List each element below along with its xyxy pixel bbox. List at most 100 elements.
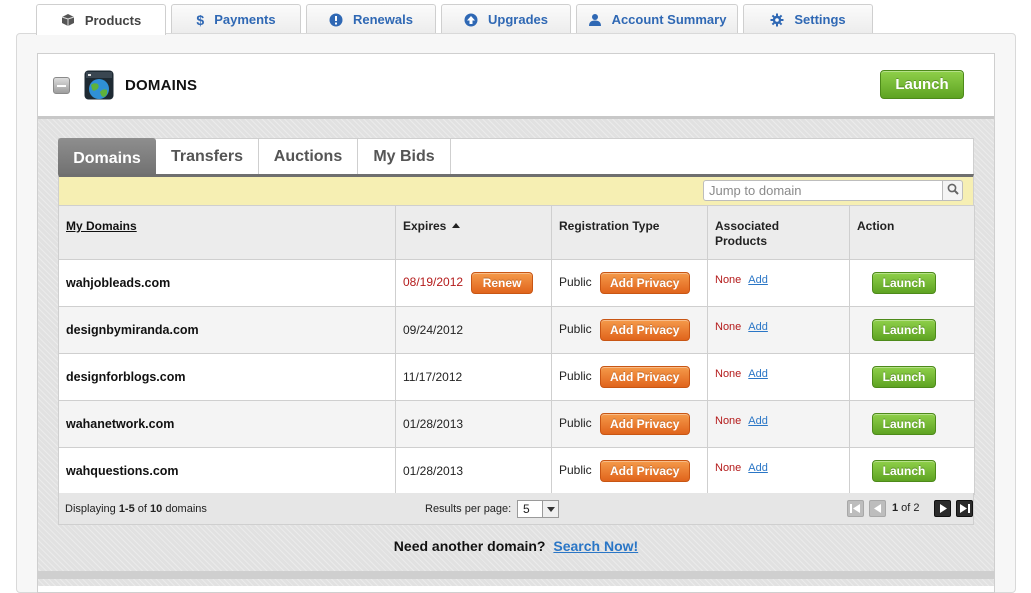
expiry-date: 01/28/2013 (403, 464, 464, 478)
associated-none: None (715, 415, 742, 427)
add-privacy-button[interactable]: Add Privacy (599, 460, 690, 482)
row-launch-button[interactable]: Launch (872, 366, 936, 388)
tab-label: Payments (214, 12, 276, 27)
row-launch-button[interactable]: Launch (872, 319, 936, 341)
renew-button[interactable]: Renew (471, 272, 534, 294)
page-of: of (898, 502, 914, 514)
panel-header: DOMAINS Launch (38, 54, 994, 116)
dollar-icon: $ (196, 11, 205, 28)
table-row: wahjobleads.com 08/19/2012 Renew Public Ad… (58, 259, 975, 307)
results-per-page-value: 5 (523, 502, 530, 516)
expires-label: Expires (403, 219, 447, 233)
registration-type: Public (559, 275, 592, 290)
launch-button[interactable]: Launch (880, 70, 964, 99)
add-privacy-button[interactable]: Add Privacy (599, 272, 690, 294)
domain-name[interactable]: wahanetwork.com (66, 417, 174, 431)
table-row: designforblogs.com 11/17/2012 Public Add … (58, 353, 975, 401)
registration-type: Public (559, 463, 592, 478)
displaying-range: 1-5 (118, 503, 135, 515)
col-header-registration-type: Registration Type (551, 205, 708, 260)
associated-none: None (715, 462, 742, 474)
row-launch-button[interactable]: Launch (872, 272, 936, 294)
col-header-domain[interactable]: My Domains (58, 205, 396, 260)
search-now-link[interactable]: Search Now! (553, 538, 638, 554)
add-product-link[interactable]: Add (748, 274, 768, 286)
add-product-link[interactable]: Add (748, 462, 768, 474)
search-icon (947, 182, 959, 200)
domain-name[interactable]: wahjobleads.com (66, 276, 170, 290)
last-page-button[interactable] (956, 500, 973, 517)
prev-page-button[interactable] (869, 500, 886, 517)
chevron-down-icon (542, 501, 558, 517)
add-product-link[interactable]: Add (748, 321, 768, 333)
expiry-date: 09/24/2012 (403, 323, 464, 337)
row-launch-button[interactable]: Launch (872, 413, 936, 435)
table-row: designbymiranda.com 09/24/2012 Public Add… (58, 306, 975, 354)
domains-list-box: Domains Transfers Auctions My Bids My Do… (58, 132, 975, 554)
subtab-domains[interactable]: Domains (58, 138, 156, 179)
domain-name[interactable]: wahquestions.com (66, 464, 179, 478)
alert-icon (329, 13, 343, 27)
page-total: 2 (913, 502, 920, 514)
tab-label: Account Summary (611, 12, 727, 27)
col-header-expires[interactable]: Expires (395, 205, 552, 260)
displaying-total: 10 (150, 503, 163, 515)
expiry-date: 01/28/2013 (403, 417, 464, 431)
tab-label: Settings (794, 12, 846, 27)
subtab-transfers[interactable]: Transfers (156, 139, 259, 175)
domains-globe-icon (84, 70, 114, 100)
domains-table: My Domains Expires Registration Type Ass… (58, 205, 975, 495)
sort-ascending-icon (452, 223, 461, 228)
table-header-row: My Domains Expires Registration Type Ass… (58, 205, 975, 260)
results-per-page-select[interactable]: 5 (517, 500, 559, 518)
tab-label: Upgrades (488, 12, 548, 27)
add-privacy-button[interactable]: Add Privacy (599, 366, 690, 388)
prev-page-icon (873, 504, 881, 513)
search-button[interactable] (942, 180, 963, 201)
subtab-auctions[interactable]: Auctions (259, 139, 358, 175)
associated-none: None (715, 274, 742, 286)
domain-name[interactable]: designbymiranda.com (66, 323, 199, 337)
tab-renewals[interactable]: Renewals (306, 4, 436, 34)
table-row: wahquestions.com 01/28/2013 Public Add Pr… (58, 447, 975, 495)
col-header-action: Action (849, 205, 975, 260)
associated-products-label: Associated Products (715, 219, 780, 248)
tab-payments[interactable]: $ Payments (171, 4, 301, 34)
box-icon (61, 13, 75, 27)
col-header-associated-products: Associated Products (707, 205, 850, 260)
need-another-domain-text: Need another domain? (393, 538, 546, 554)
last-page-icon (960, 504, 970, 513)
subtab-my-bids[interactable]: My Bids (358, 139, 451, 175)
table-footer: Displaying 1-5 of 10 domains Results per… (58, 493, 974, 525)
panel-title: DOMAINS (125, 77, 198, 94)
tab-label: Renewals (353, 12, 413, 27)
associated-none: None (715, 321, 742, 333)
user-icon (588, 13, 602, 27)
row-launch-button[interactable]: Launch (872, 460, 936, 482)
expiry-date: 08/19/2012 (403, 275, 464, 290)
upload-arrow-icon (464, 13, 478, 27)
add-privacy-button[interactable]: Add Privacy (599, 319, 690, 341)
add-product-link[interactable]: Add (748, 368, 768, 380)
tab-label: Products (84, 12, 142, 28)
expiry-date: 11/17/2012 (403, 370, 463, 384)
tab-settings[interactable]: Settings (743, 4, 873, 34)
sub-tabs: Domains Transfers Auctions My Bids (58, 138, 974, 179)
need-another-domain: Need another domain? Search Now! (58, 538, 974, 554)
first-page-button[interactable] (847, 500, 864, 517)
tab-account-summary[interactable]: Account Summary (576, 4, 738, 34)
next-page-button[interactable] (934, 500, 951, 517)
tab-upgrades[interactable]: Upgrades (441, 4, 571, 34)
next-page-icon (939, 504, 947, 513)
gear-icon (770, 13, 784, 27)
tab-products[interactable]: Products (36, 4, 166, 35)
collapse-button[interactable] (53, 77, 70, 94)
displaying-suffix: domains (162, 503, 207, 515)
first-page-icon (850, 504, 860, 513)
domain-name[interactable]: designforblogs.com (66, 370, 185, 384)
add-privacy-button[interactable]: Add Privacy (599, 413, 690, 435)
add-product-link[interactable]: Add (748, 415, 768, 427)
jump-to-domain-input[interactable] (703, 180, 943, 201)
page-indicator: 1 of 2 (892, 502, 920, 514)
sort-my-domains-link[interactable]: My Domains (66, 219, 137, 233)
